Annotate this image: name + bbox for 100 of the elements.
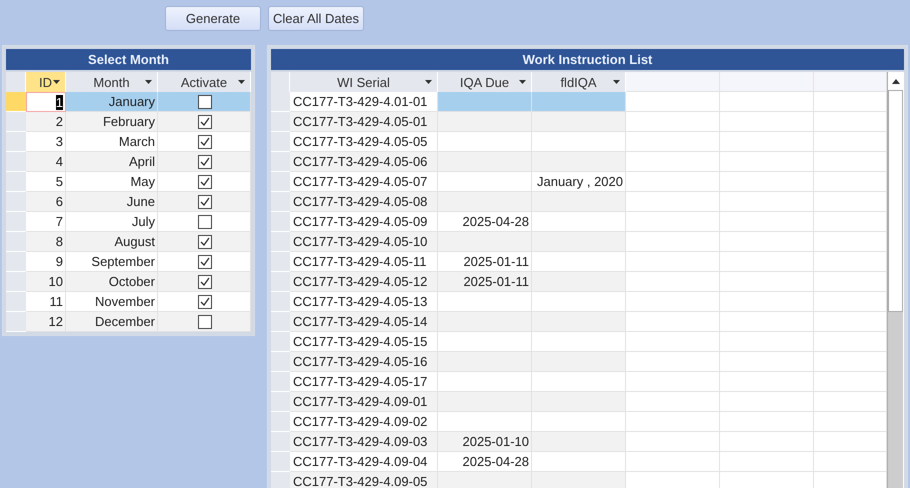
row-selector[interactable] (6, 192, 26, 212)
table-cell: 10 (26, 272, 66, 292)
table-cell: 2025-01-11 (438, 272, 532, 292)
select-all-corner[interactable] (271, 72, 290, 92)
table-cell: 7 (26, 212, 66, 232)
table-cell: CC177-T3-429-4.05-10 (290, 232, 438, 252)
row-selector[interactable] (271, 372, 290, 392)
row-selector[interactable] (6, 292, 26, 312)
row-selector[interactable] (271, 292, 290, 312)
table-cell: CC177-T3-429-4.01-01 (290, 92, 438, 112)
checkbox[interactable] (198, 194, 212, 208)
action-button[interactable]: Clear All Dates (268, 6, 364, 31)
dropdown-caret-icon[interactable] (425, 80, 432, 84)
row-selector[interactable] (271, 112, 290, 132)
row-selector[interactable] (6, 92, 26, 112)
checkbox[interactable] (198, 214, 212, 228)
table-cell: January (66, 92, 158, 112)
table-cell: CC177-T3-429-4.05-05 (290, 132, 438, 152)
table-cell: September (66, 252, 158, 272)
column-header[interactable]: Month (66, 72, 158, 92)
checkbox[interactable] (198, 314, 212, 328)
table-cell: CC177-T3-429-4.05-01 (290, 112, 438, 132)
table-cell: 2 (26, 112, 66, 132)
vertical-scrollbar[interactable] (887, 72, 903, 488)
panel-title: Work Instruction List (271, 49, 904, 70)
row-selector[interactable] (6, 172, 26, 192)
row-selector[interactable] (6, 152, 26, 172)
row-selector[interactable] (271, 232, 290, 252)
table-cell: CC177-T3-429-4.05-13 (290, 292, 438, 312)
table-cell: CC177-T3-429-4.05-16 (290, 352, 438, 372)
table-cell: CC177-T3-429-4.05-15 (290, 332, 438, 352)
action-button[interactable]: Generate (165, 6, 261, 31)
table-cell: 12 (26, 312, 66, 332)
table-cell: CC177-T3-429-4.05-14 (290, 312, 438, 332)
checkbox[interactable] (198, 254, 212, 268)
column-header[interactable]: ID (26, 72, 66, 92)
checkbox[interactable] (198, 274, 212, 288)
table-cell: 2025-01-10 (438, 432, 532, 452)
select-all-corner[interactable] (6, 72, 26, 92)
table-cell: 3 (26, 132, 66, 152)
checkbox[interactable] (198, 294, 212, 308)
table-cell: 9 (26, 252, 66, 272)
column-header[interactable]: WI Serial (290, 72, 438, 92)
checkbox[interactable] (198, 94, 212, 108)
row-selector[interactable] (271, 212, 290, 232)
row-selector[interactable] (6, 212, 26, 232)
row-selector[interactable] (271, 92, 290, 112)
column-header[interactable]: IQA Due (438, 72, 532, 92)
row-selector[interactable] (6, 232, 26, 252)
row-selector[interactable] (271, 352, 290, 372)
column-header[interactable]: Activate (158, 72, 251, 92)
row-selector[interactable] (271, 272, 290, 292)
row-selector[interactable] (271, 192, 290, 212)
row-selector[interactable] (271, 252, 290, 272)
row-selector[interactable] (6, 112, 26, 132)
checkbox[interactable] (198, 154, 212, 168)
column-header[interactable]: fldIQA (532, 72, 626, 92)
table-cell: CC177-T3-429-4.09-04 (290, 452, 438, 472)
row-selector[interactable] (271, 312, 290, 332)
row-selector[interactable] (271, 172, 290, 192)
table-cell: CC177-T3-429-4.05-12 (290, 272, 438, 292)
row-selector[interactable] (271, 452, 290, 472)
dropdown-caret-icon[interactable] (145, 80, 152, 84)
table-cell: February (66, 112, 158, 132)
table-cell: November (66, 292, 158, 312)
row-selector[interactable] (6, 312, 26, 332)
dropdown-caret-icon[interactable] (53, 80, 60, 84)
table-cell: 2025-01-11 (438, 252, 532, 272)
checkbox[interactable] (198, 234, 212, 248)
row-selector[interactable] (271, 432, 290, 452)
table-cell: CC177-T3-429-4.05-07 (290, 172, 438, 192)
dropdown-caret-icon[interactable] (238, 80, 245, 84)
table-cell: 11 (26, 292, 66, 312)
row-selector[interactable] (6, 252, 26, 272)
table-cell[interactable]: 1 (26, 92, 66, 112)
checkbox[interactable] (198, 134, 212, 148)
row-selector[interactable] (271, 332, 290, 352)
table-cell: May (66, 172, 158, 192)
table-cell: April (66, 152, 158, 172)
scroll-up-icon[interactable] (892, 78, 900, 84)
row-selector[interactable] (271, 412, 290, 432)
row-selector[interactable] (6, 132, 26, 152)
dropdown-caret-icon[interactable] (519, 80, 526, 84)
table-cell: CC177-T3-429-4.09-05 (290, 472, 438, 488)
table-cell: December (66, 312, 158, 332)
row-selector[interactable] (6, 272, 26, 292)
row-selector[interactable] (271, 152, 290, 172)
table-cell: 5 (26, 172, 66, 192)
row-selector[interactable] (271, 392, 290, 412)
checkbox[interactable] (198, 114, 212, 128)
row-selector[interactable] (271, 472, 290, 488)
table-cell: 4 (26, 152, 66, 172)
table-cell: CC177-T3-429-4.05-06 (290, 152, 438, 172)
row-selector[interactable] (271, 132, 290, 152)
table-cell: CC177-T3-429-4.09-02 (290, 412, 438, 432)
dropdown-caret-icon[interactable] (613, 80, 620, 84)
table-cell: July (66, 212, 158, 232)
table-cell: January , 2020 (532, 172, 626, 192)
checkbox[interactable] (198, 174, 212, 188)
table-cell: 6 (26, 192, 66, 212)
